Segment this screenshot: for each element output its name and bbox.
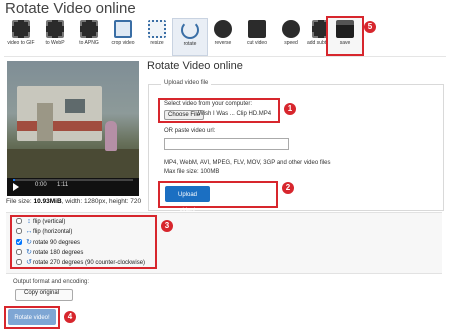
flip-vertical-icon: ↕ bbox=[27, 218, 31, 225]
speed-icon bbox=[282, 20, 300, 38]
reverse-icon bbox=[214, 20, 232, 38]
video-progress-fill bbox=[13, 179, 16, 181]
url-input[interactable] bbox=[164, 138, 289, 150]
option-checkbox[interactable] bbox=[16, 259, 22, 266]
upload-legend: Upload video file bbox=[161, 80, 212, 86]
scissors-icon bbox=[248, 20, 266, 38]
video-controls: 0:00 1:11 bbox=[7, 178, 139, 196]
tool-to-webp[interactable]: to WebP bbox=[38, 18, 72, 54]
option-rotate-90[interactable]: ↻rotate 90 degrees bbox=[16, 238, 80, 246]
trailer-window bbox=[65, 99, 85, 113]
film-gif-icon bbox=[12, 20, 30, 38]
page-title: Rotate Video online bbox=[5, 0, 136, 17]
tool-label: video to GIF bbox=[7, 40, 35, 46]
rotate-video-button[interactable]: Rotate video! bbox=[8, 309, 56, 325]
tool-cut-video[interactable]: cut video bbox=[240, 18, 274, 54]
step-badge-1: 1 bbox=[284, 103, 296, 115]
option-label: rotate 90 degrees bbox=[33, 240, 81, 246]
video-player[interactable]: 0:00 1:11 bbox=[7, 61, 139, 196]
tool-label: speed bbox=[284, 40, 298, 46]
tool-label: resize bbox=[150, 40, 164, 46]
tool-reverse[interactable]: reverse bbox=[206, 18, 240, 54]
tool-toolbar: video to GIF to WebP to APNG crop video … bbox=[4, 16, 364, 56]
tool-label: reverse bbox=[214, 40, 232, 46]
upload-video-button[interactable]: Upload video! bbox=[165, 186, 210, 214]
film-webp-icon bbox=[46, 20, 64, 38]
file-info: File size: 10.93MiB, width: 1280px, heig… bbox=[6, 198, 141, 205]
output-format-label: Output format and encoding: bbox=[13, 279, 90, 285]
option-checkbox[interactable] bbox=[16, 228, 22, 235]
person-figure bbox=[105, 121, 117, 151]
trailer-shape bbox=[17, 86, 102, 141]
resize-icon bbox=[148, 20, 166, 38]
option-label: rotate 270 degrees (90 counter-clockwise… bbox=[33, 260, 146, 266]
toolbar-divider bbox=[4, 56, 446, 57]
tool-label: crop video bbox=[111, 40, 135, 46]
film-apng-icon bbox=[80, 20, 98, 38]
option-flip-vertical[interactable]: ↕ flip (vertical) bbox=[16, 218, 65, 225]
option-checkbox[interactable] bbox=[16, 239, 22, 246]
option-label: flip (vertical) bbox=[33, 219, 66, 225]
tool-label: to WebP bbox=[45, 40, 65, 46]
chosen-file-name: Wish I Was ... Clip HD.MP4 bbox=[198, 111, 272, 117]
tool-label: cut video bbox=[246, 40, 267, 46]
tool-label: save bbox=[339, 40, 351, 46]
video-frame bbox=[7, 61, 139, 178]
option-rotate-270[interactable]: ↺rotate 270 degrees (90 counter-clockwis… bbox=[16, 258, 145, 266]
rotate-cw-icon: ↻ bbox=[26, 239, 32, 246]
ground bbox=[7, 149, 139, 178]
step-badge-2: 2 bbox=[282, 182, 294, 194]
url-label: OR paste video url: bbox=[164, 128, 216, 134]
time-total: 1:11 bbox=[57, 182, 69, 188]
file-size-value: 10.93MiB bbox=[33, 198, 62, 205]
tool-crop-video[interactable]: crop video bbox=[106, 18, 140, 54]
tool-resize[interactable]: resize bbox=[140, 18, 174, 54]
option-label: rotate 180 degrees bbox=[33, 250, 84, 256]
option-checkbox[interactable] bbox=[16, 249, 22, 256]
step-badge-5: 5 bbox=[364, 21, 376, 33]
file-size-prefix: File size: bbox=[6, 198, 34, 205]
rotate-icon bbox=[181, 21, 199, 39]
max-file-size: Max file size: 100MB bbox=[164, 169, 220, 175]
tool-label: to APNG bbox=[79, 40, 99, 46]
option-checkbox[interactable] bbox=[16, 218, 22, 225]
option-label: flip (horizontal) bbox=[33, 229, 73, 235]
supported-formats: MP4, WebM, AVI, MPEG, FLV, MOV, 3GP and … bbox=[164, 160, 331, 166]
option-rotate-180[interactable]: ↻rotate 180 degrees bbox=[16, 248, 83, 256]
tool-label: rotate bbox=[183, 41, 197, 47]
trailer-door bbox=[37, 103, 53, 141]
time-current: 0:00 bbox=[35, 182, 47, 188]
tool-rotate[interactable]: rotate bbox=[172, 18, 208, 56]
select-video-label: Select video from your computer: bbox=[164, 101, 253, 107]
tool-to-apng[interactable]: to APNG bbox=[72, 18, 106, 54]
tool-video-to-gif[interactable]: video to GIF bbox=[4, 18, 38, 54]
rotate-ccw-icon: ↺ bbox=[26, 259, 32, 266]
flip-horizontal-icon: ↔ bbox=[25, 228, 33, 235]
play-icon[interactable] bbox=[13, 183, 19, 191]
output-format-select[interactable]: Copy original bbox=[15, 289, 73, 301]
upload-panel-title: Rotate Video online bbox=[147, 60, 243, 72]
file-dimensions: , width: 1280px, height: 720 bbox=[61, 198, 142, 205]
trailer-stripe bbox=[17, 121, 102, 131]
crop-icon bbox=[114, 20, 132, 38]
floppy-disk-icon bbox=[336, 20, 354, 38]
option-flip-horizontal[interactable]: ↔flip (horizontal) bbox=[16, 228, 72, 235]
rotate-cw-icon: ↻ bbox=[26, 249, 32, 256]
step-badge-3: 3 bbox=[161, 220, 173, 232]
tool-save[interactable]: save bbox=[326, 16, 364, 56]
tool-speed[interactable]: speed bbox=[274, 18, 308, 54]
output-format-value: Copy original bbox=[24, 290, 60, 296]
video-progress-bar[interactable] bbox=[13, 179, 133, 181]
step-badge-4: 4 bbox=[64, 311, 76, 323]
